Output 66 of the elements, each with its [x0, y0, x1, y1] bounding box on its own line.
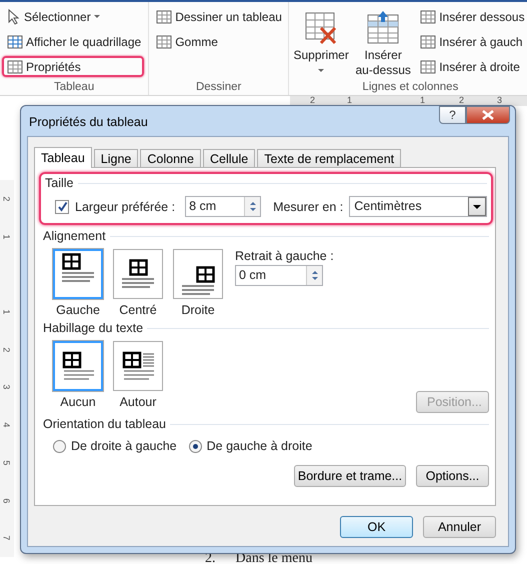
ribbon-button[interactable]: Gomme: [153, 31, 285, 52]
tab[interactable]: Texte de remplacement: [257, 149, 402, 167]
section-title: Alignement: [43, 229, 106, 243]
group-label: Lignes et colonnes: [361, 81, 460, 95]
close-button[interactable]: [466, 106, 510, 124]
group-label: Dessiner: [194, 81, 242, 95]
window-title: Propriétés du tableau: [29, 115, 148, 129]
radio-label: De droite à gauche: [71, 439, 177, 453]
table-icon: [420, 8, 436, 24]
option-label: Centré: [119, 303, 157, 317]
radio-label: De gauche à droite: [206, 439, 312, 453]
help-button[interactable]: ?: [439, 106, 466, 124]
option-label: Droite: [181, 303, 215, 317]
ribbon-button[interactable]: Insérer au-dessus: [355, 6, 412, 81]
width-field[interactable]: 8 cm: [185, 196, 262, 217]
radio-button[interactable]: [53, 440, 66, 452]
tab[interactable]: Ligne: [94, 149, 138, 167]
table-icon: [7, 34, 23, 50]
ribbon-button[interactable]: Supprimer: [293, 6, 350, 81]
ribbon-button[interactable]: Insérer à droite: [417, 56, 527, 77]
ribbon-button[interactable]: Propriétés: [2, 56, 144, 77]
option-label: Autour: [120, 395, 156, 409]
section-title: Habillage du texte: [43, 321, 144, 335]
close-icon: [482, 110, 494, 120]
alignment-option[interactable]: [173, 249, 223, 299]
caret-icon: [94, 15, 100, 18]
group-label: Tableau: [52, 81, 96, 95]
indent-field[interactable]: 0 cm: [235, 265, 323, 286]
table-icon: [420, 58, 436, 74]
field-label: Retrait à gauche :: [235, 249, 334, 263]
unit-dropdown[interactable]: Centimètres: [349, 196, 487, 217]
insert-row-icon: [365, 10, 402, 46]
dialog-button[interactable]: OK: [340, 516, 413, 538]
table-icon: [420, 34, 436, 50]
section-title: Taille: [45, 176, 74, 190]
checkbox[interactable]: [55, 200, 69, 214]
field-label: Mesurer en :: [273, 200, 344, 214]
tab[interactable]: Cellule: [202, 149, 256, 167]
dialog-button[interactable]: Bordure et trame...: [294, 465, 406, 487]
table-wrap-icon: [61, 351, 95, 381]
ribbon-button[interactable]: Dessiner un tableau: [153, 6, 285, 27]
table-icon: [156, 8, 172, 24]
option-label: Gauche: [56, 303, 100, 317]
dialog-button[interactable]: Annuler: [423, 516, 496, 538]
cursor-icon: [7, 8, 21, 24]
ribbon-button[interactable]: Insérer à gauch: [417, 31, 527, 52]
table-icon: [156, 34, 172, 50]
ribbon-button[interactable]: Insérer dessous: [417, 6, 527, 27]
radio-button[interactable]: [188, 440, 202, 452]
tab[interactable]: Colonne: [140, 149, 201, 167]
table-wrap-icon: [121, 351, 155, 381]
dialog-button[interactable]: Options...: [416, 465, 489, 487]
table-icon: [7, 58, 23, 74]
ruler: 2 1 1 2 3 4 5 6 7: [0, 180, 14, 557]
wrapping-option[interactable]: [113, 341, 163, 391]
alignment-option[interactable]: [53, 249, 103, 299]
section-title: Orientation du tableau: [43, 417, 166, 431]
alignment-option[interactable]: [113, 249, 163, 299]
ribbon-button[interactable]: Afficher le quadrillage: [4, 31, 144, 52]
ribbon-button[interactable]: Sélectionner: [4, 6, 144, 27]
ruler: 2 1 1 2 3: [290, 96, 527, 106]
wrapping-option[interactable]: [53, 341, 103, 391]
option-label: Aucun: [60, 395, 96, 409]
caret-icon: [318, 69, 324, 72]
field-label: Largeur préférée :: [75, 200, 176, 214]
tab[interactable]: Tableau: [34, 147, 92, 168]
